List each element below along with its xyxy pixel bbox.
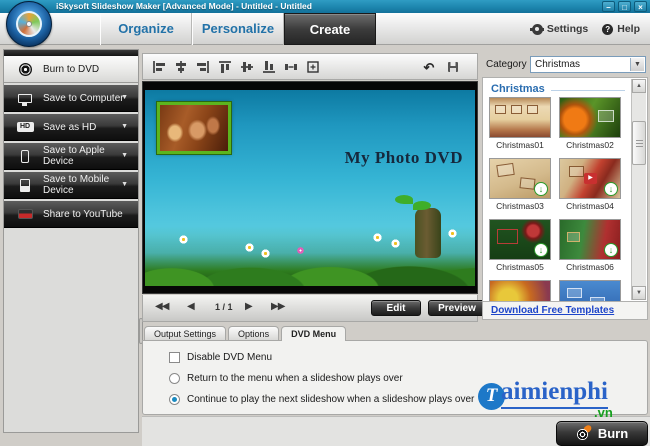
template-item[interactable] <box>559 280 621 301</box>
distribute-horizontal-icon[interactable] <box>281 57 301 77</box>
download-badge-icon: ↓ <box>534 243 548 257</box>
download-badge-icon: ↓ <box>604 243 618 257</box>
template-item[interactable] <box>489 280 551 301</box>
menu-title-text[interactable]: My Photo DVD <box>345 148 463 168</box>
edit-button[interactable]: Edit <box>371 300 421 316</box>
download-free-templates-link[interactable]: Download Free Templates <box>491 305 614 316</box>
sidebar-item-save-to-computer[interactable]: Save to Computer ▼ <box>4 85 138 112</box>
chevron-down-icon[interactable]: ▼ <box>121 152 128 159</box>
tab-dvd-menu[interactable]: DVD Menu <box>281 326 347 341</box>
disc-icon <box>16 61 34 77</box>
youtube-icon <box>16 206 34 222</box>
hd-icon: HD <box>16 119 34 135</box>
template-scrollbar[interactable]: ▲ ▼ <box>631 79 646 300</box>
preview-button[interactable]: Preview <box>428 300 486 316</box>
output-settings-tabs: Output Settings Options DVD Menu <box>144 326 348 341</box>
menu-scene: My Photo DVD <box>145 90 475 286</box>
continue-play-radio[interactable] <box>169 394 180 405</box>
dvd-menu-preview[interactable]: My Photo DVD <box>142 81 478 294</box>
alignment-toolbar: ↶ <box>142 53 478 80</box>
undo-icon[interactable]: ↶ <box>419 57 439 77</box>
align-middle-vertical-icon[interactable] <box>237 57 257 77</box>
tab-personalize[interactable]: Personalize <box>192 13 284 45</box>
first-page-button[interactable]: ◀◀ <box>155 301 169 312</box>
chevron-down-icon[interactable]: ▼ <box>121 181 128 188</box>
disable-dvd-menu-label: Disable DVD Menu <box>187 352 273 363</box>
scroll-down-icon[interactable]: ▼ <box>632 286 646 300</box>
playback-bar: ◀◀ ◀ 1 / 1 ▶ ▶▶ Edit Preview <box>142 295 486 322</box>
template-list: Christmas Christmas01 Christmas02 ↓ Chri… <box>482 77 648 302</box>
burn-disc-icon <box>576 423 593 441</box>
template-footer: Download Free Templates <box>482 302 648 320</box>
align-left-icon[interactable] <box>149 57 169 77</box>
continue-play-label: Continue to play the next slideshow when… <box>187 394 475 405</box>
match-size-icon[interactable] <box>303 57 323 77</box>
help-icon: ? <box>602 23 614 35</box>
template-section-title: Christmas <box>491 83 545 95</box>
align-bottom-icon[interactable] <box>259 57 279 77</box>
download-badge-icon: ↓ <box>534 182 548 196</box>
minimize-button[interactable]: – <box>602 1 615 12</box>
tab-organize[interactable]: Organize <box>100 13 192 45</box>
main-tab-bar: Organize Personalize Create Settings ? H… <box>0 13 650 45</box>
select-arrow-icon[interactable]: ▼ <box>630 58 644 71</box>
mobile-device-icon <box>16 177 34 193</box>
last-page-button[interactable]: ▶▶ <box>271 301 285 312</box>
apple-device-icon <box>16 148 34 164</box>
scroll-up-icon[interactable]: ▲ <box>632 79 646 93</box>
play-icon: ▶ <box>584 173 597 184</box>
template-item-christmas02[interactable]: Christmas02 <box>559 97 621 150</box>
download-badge-icon: ↓ <box>604 182 618 196</box>
sidebar: Burn to DVD Save to Computer ▼ HD Save a… <box>3 49 139 433</box>
bottom-bar: Burn <box>142 416 650 446</box>
return-to-menu-label: Return to the menu when a slideshow play… <box>187 373 403 384</box>
sidebar-item-burn-to-dvd[interactable]: Burn to DVD <box>4 56 138 83</box>
align-right-icon[interactable] <box>193 57 213 77</box>
close-button[interactable]: × <box>634 1 647 12</box>
template-item-christmas04[interactable]: ▶ ↓ Christmas04 <box>559 158 621 211</box>
maximize-button[interactable]: □ <box>618 1 631 12</box>
align-center-horizontal-icon[interactable] <box>171 57 191 77</box>
sidebar-item-save-as-hd[interactable]: HD Save as HD ▼ <box>4 114 138 141</box>
tab-create[interactable]: Create <box>284 13 376 45</box>
next-page-button[interactable]: ▶ <box>245 301 253 312</box>
disable-dvd-menu-checkbox[interactable] <box>169 352 180 363</box>
chevron-down-icon[interactable]: ▼ <box>121 123 128 130</box>
tab-options[interactable]: Options <box>228 326 280 340</box>
help-button[interactable]: ? Help <box>602 23 640 35</box>
template-item-christmas06[interactable]: ↓ Christmas06 <box>559 219 621 272</box>
burn-button[interactable]: Burn <box>556 421 648 446</box>
computer-icon <box>16 90 34 106</box>
settings-button[interactable]: Settings <box>530 23 588 35</box>
gear-icon <box>530 23 545 35</box>
sidebar-item-save-to-apple-device[interactable]: Save to Apple Device ▼ <box>4 143 138 170</box>
sidebar-item-save-to-mobile-device[interactable]: Save to Mobile Device ▼ <box>4 172 138 199</box>
page-indicator: 1 / 1 <box>215 302 233 312</box>
scrollbar-thumb[interactable] <box>632 121 646 165</box>
template-item-christmas03[interactable]: ↓ Christmas03 <box>489 158 551 211</box>
tab-output-settings[interactable]: Output Settings <box>144 326 227 340</box>
category-label: Category <box>486 59 527 70</box>
sidebar-item-share-to-youtube[interactable]: Share to YouTube <box>4 201 138 228</box>
template-item-christmas05[interactable]: ↓ Christmas05 <box>489 219 551 272</box>
template-item-christmas01[interactable]: Christmas01 <box>489 97 551 150</box>
return-to-menu-radio[interactable] <box>169 373 180 384</box>
category-select[interactable]: Christmas ▼ <box>530 56 646 73</box>
prev-page-button[interactable]: ◀ <box>187 301 195 312</box>
title-bar: iSkysoft Slideshow Maker [Advanced Mode]… <box>0 0 650 13</box>
window-title: iSkysoft Slideshow Maker [Advanced Mode]… <box>56 1 312 11</box>
app-logo <box>6 1 52 47</box>
chevron-down-icon[interactable]: ▼ <box>121 94 128 101</box>
align-top-icon[interactable] <box>215 57 235 77</box>
save-icon[interactable] <box>443 57 463 77</box>
taimienphi-watermark: T aimienphi .vn <box>478 374 648 420</box>
tree-stump <box>415 208 441 258</box>
slideshow-thumbnail[interactable] <box>156 101 232 155</box>
